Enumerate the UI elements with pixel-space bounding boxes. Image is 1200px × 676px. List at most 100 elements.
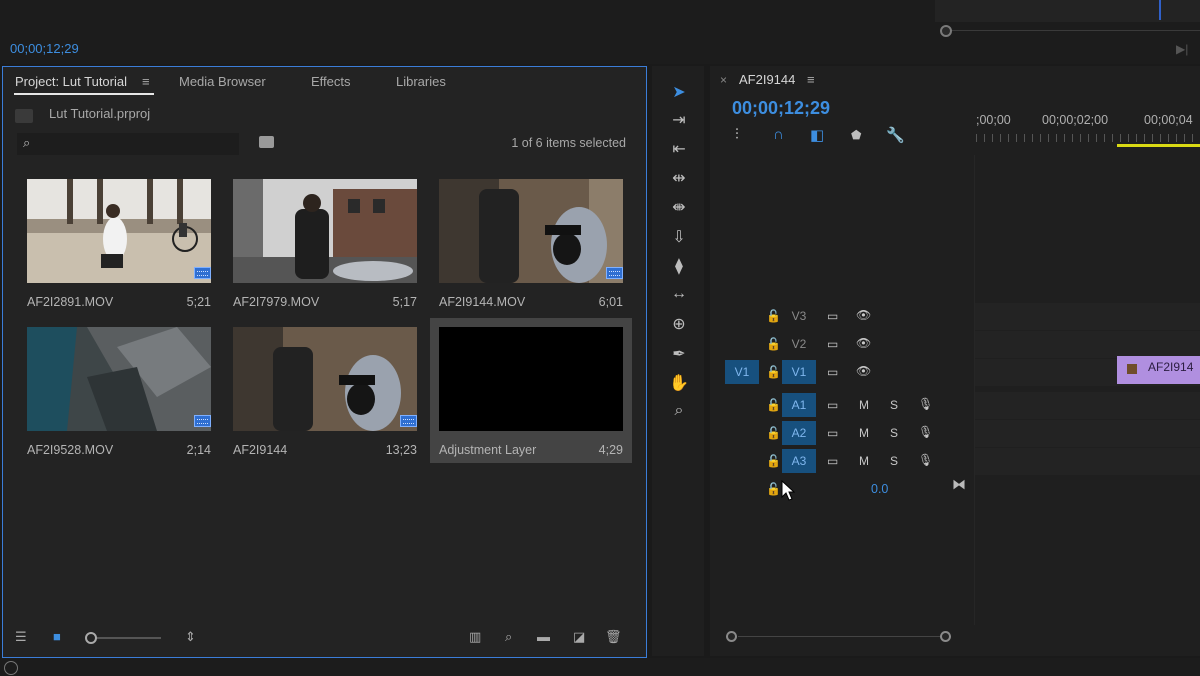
- work-area-bar[interactable]: [1117, 144, 1200, 147]
- lock-icon[interactable]: 🔓: [766, 398, 781, 412]
- lock-icon[interactable]: 🔓: [766, 365, 781, 379]
- slip-tool-icon[interactable]: ⧫: [665, 256, 693, 276]
- project-file-icon: [15, 109, 33, 123]
- mute-button[interactable]: M: [859, 426, 869, 440]
- track-a3-row[interactable]: [975, 448, 1200, 475]
- master-lock-icon[interactable]: 🔓: [766, 482, 781, 496]
- thumbnail-zoom-slider[interactable]: [95, 637, 161, 639]
- pen-icon[interactable]: ✒: [665, 344, 693, 364]
- ruler-label: ;00;00: [976, 113, 1011, 127]
- find-icon[interactable]: ⌕: [505, 629, 512, 645]
- sequence-thumbnail[interactable]: [233, 327, 417, 431]
- eye-icon[interactable]: 👁: [856, 336, 871, 350]
- new-item-icon[interactable]: ◪: [573, 629, 585, 645]
- clip-thumbnail[interactable]: [233, 179, 417, 283]
- rate-stretch-tool-icon[interactable]: ⇼: [665, 197, 693, 217]
- track-label-a3[interactable]: A3: [782, 449, 816, 473]
- tab-project[interactable]: Project: Lut Tutorial: [15, 74, 127, 89]
- track-a1-row[interactable]: [975, 392, 1200, 419]
- slide-tool-icon[interactable]: ↔: [665, 285, 693, 303]
- sync-lock-icon[interactable]: ▭: [827, 426, 838, 440]
- search-input[interactable]: ⌕: [17, 133, 239, 155]
- eye-icon[interactable]: 👁: [856, 308, 871, 322]
- program-playhead[interactable]: [1159, 0, 1161, 20]
- thumbnail-zoom-handle[interactable]: [85, 632, 97, 644]
- track-label-a2[interactable]: A2: [782, 421, 816, 445]
- linked-selection-icon[interactable]: ◧: [810, 126, 824, 144]
- rolling-edit-tool-icon[interactable]: ⇹: [665, 168, 693, 188]
- program-timecode[interactable]: 00;00;12;29: [10, 41, 79, 56]
- tab-media-browser[interactable]: Media Browser: [179, 74, 266, 89]
- mute-button[interactable]: M: [859, 398, 869, 412]
- track-label-a1[interactable]: A1: [782, 393, 816, 417]
- icon-view-icon[interactable]: ■: [53, 629, 61, 644]
- solo-button[interactable]: S: [890, 426, 898, 440]
- sync-lock-icon[interactable]: ▭: [827, 454, 838, 468]
- clip-thumbnail[interactable]: [439, 179, 623, 283]
- timeline-settings-wrench-icon[interactable]: 🔧: [886, 126, 905, 144]
- creative-cloud-icon[interactable]: [4, 661, 18, 675]
- mute-button[interactable]: M: [859, 454, 869, 468]
- track-label-v3[interactable]: V3: [782, 304, 816, 328]
- list-view-icon[interactable]: ☰: [15, 629, 27, 645]
- eye-icon[interactable]: 👁: [856, 364, 871, 378]
- export-frame-icon[interactable]: ▶|: [1176, 42, 1188, 56]
- timeline-clip[interactable]: AF2I914: [1117, 356, 1200, 384]
- add-marker-icon[interactable]: ⬟: [851, 128, 861, 142]
- project-file-name: Lut Tutorial.prproj: [49, 106, 151, 121]
- new-bin-icon[interactable]: ▬: [537, 629, 550, 644]
- automate-to-sequence-icon[interactable]: ▥: [469, 629, 481, 645]
- new-search-bin-icon[interactable]: [259, 136, 274, 148]
- solo-button[interactable]: S: [890, 454, 898, 468]
- razor-tool-icon[interactable]: ⇩: [665, 227, 693, 247]
- clip-duration: 13;23: [385, 443, 417, 457]
- lock-icon[interactable]: 🔓: [766, 426, 781, 440]
- timeline-zoom-scrollbar[interactable]: [738, 636, 941, 637]
- adjustment-layer-thumbnail[interactable]: [439, 327, 623, 431]
- program-zoom-handle[interactable]: [940, 25, 952, 37]
- sync-lock-icon[interactable]: ▭: [827, 365, 838, 379]
- tab-libraries[interactable]: Libraries: [396, 74, 446, 89]
- program-zoom-track[interactable]: [952, 30, 1200, 31]
- master-volume-value[interactable]: 0.0: [871, 482, 888, 496]
- lock-icon[interactable]: 🔓: [766, 309, 781, 323]
- sequence-tab[interactable]: AF2I9144: [739, 72, 795, 87]
- clip-duration: 5;21: [186, 295, 211, 309]
- track-v3-row[interactable]: [975, 303, 1200, 330]
- snap-magnet-icon[interactable]: ∩: [773, 126, 784, 143]
- sync-lock-icon[interactable]: ▭: [827, 309, 838, 323]
- timeline-scroll-handle-left[interactable]: [726, 631, 737, 642]
- track-label-v1[interactable]: V1: [782, 360, 816, 384]
- solo-button[interactable]: S: [890, 398, 898, 412]
- nest-toggle-icon[interactable]: ⫶: [735, 126, 739, 143]
- track-v2-row[interactable]: [975, 331, 1200, 358]
- microphone-icon[interactable]: 🎙: [918, 425, 933, 439]
- clip-thumbnail[interactable]: [27, 179, 211, 283]
- sequence-menu-icon[interactable]: ≡: [807, 72, 815, 87]
- clip-thumbnail[interactable]: [27, 327, 211, 431]
- lock-icon[interactable]: 🔓: [766, 337, 781, 351]
- sync-lock-icon[interactable]: ▭: [827, 337, 838, 351]
- microphone-icon[interactable]: 🎙: [918, 453, 933, 467]
- track-select-tool-icon[interactable]: ⇥: [665, 110, 693, 130]
- clip-duration: 5;17: [392, 295, 417, 309]
- close-sequence-icon[interactable]: ×: [720, 73, 727, 87]
- ripple-edit-tool-icon[interactable]: ⇤: [665, 139, 693, 159]
- microphone-icon[interactable]: 🎙: [918, 397, 933, 411]
- track-label-v2[interactable]: V2: [782, 332, 816, 356]
- trash-icon[interactable]: 🗑: [605, 629, 622, 645]
- sequence-timecode[interactable]: 00;00;12;29: [732, 98, 830, 119]
- sort-icons-icon[interactable]: ⇕: [185, 629, 196, 645]
- tab-effects[interactable]: Effects: [311, 74, 351, 89]
- timeline-scroll-handle-right[interactable]: [940, 631, 951, 642]
- sync-lock-icon[interactable]: ▭: [827, 398, 838, 412]
- panel-menu-icon[interactable]: ≡: [142, 74, 150, 89]
- lock-icon[interactable]: 🔓: [766, 454, 781, 468]
- selection-tool-icon[interactable]: ➤: [665, 82, 693, 102]
- zoom-tool-icon[interactable]: ⌕: [665, 402, 693, 420]
- source-patch-v1[interactable]: V1: [725, 360, 759, 384]
- hand-tool-icon[interactable]: ✋: [665, 373, 693, 393]
- go-to-end-icon[interactable]: ⧓: [952, 476, 966, 493]
- track-a2-row[interactable]: [975, 420, 1200, 447]
- pen-tool-icon[interactable]: ⊕: [665, 314, 693, 334]
